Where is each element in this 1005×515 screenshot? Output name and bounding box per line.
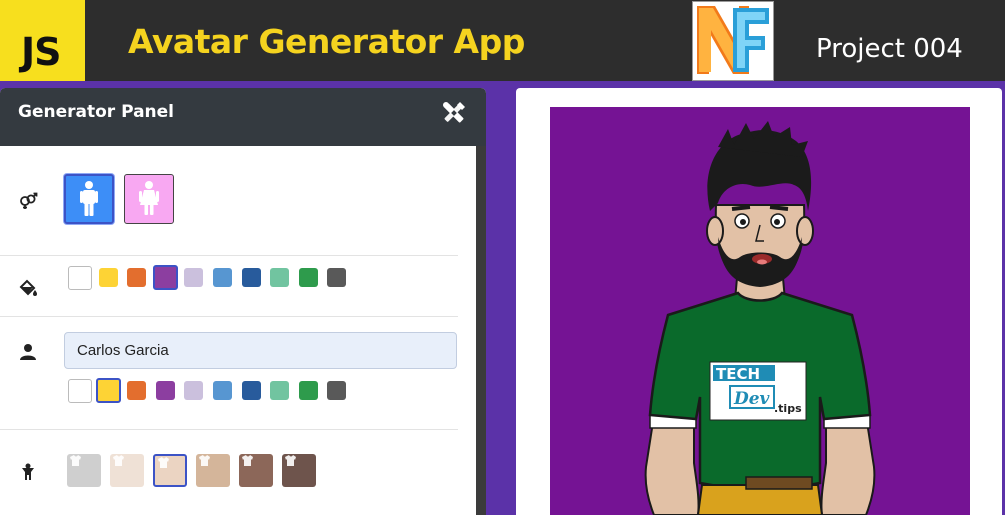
shirt-icon — [242, 455, 253, 466]
generator-panel: Generator Panel — [0, 88, 486, 515]
section-divider — [0, 429, 458, 430]
panel-scrollbar[interactable] — [476, 146, 486, 515]
tools-icon[interactable] — [440, 99, 468, 127]
background-color-swatch[interactable] — [152, 265, 178, 290]
app-header: JS Avatar Generator App Project 004 — [0, 0, 1005, 81]
badge-line2: Dev — [733, 389, 771, 409]
text-color-swatch[interactable] — [270, 381, 290, 400]
panel-header: Generator Panel — [0, 88, 486, 146]
background-color-swatch[interactable] — [98, 268, 118, 287]
text-color-swatch[interactable] — [298, 381, 318, 400]
background-color-swatch[interactable] — [184, 268, 204, 287]
header-divider — [0, 81, 1005, 88]
js-logo-text: JS — [21, 30, 62, 74]
text-color-swatch[interactable] — [95, 378, 121, 403]
shirt-icon — [285, 455, 296, 466]
shirt-icon — [199, 455, 210, 466]
background-color-swatch[interactable] — [213, 268, 232, 287]
section-divider — [0, 255, 458, 256]
background-color-swatch[interactable] — [68, 265, 92, 290]
background-color-swatch[interactable] — [127, 268, 147, 287]
male-option-button[interactable] — [64, 174, 114, 224]
background-color-swatch[interactable] — [270, 268, 290, 287]
text-color-swatch[interactable] — [327, 381, 347, 400]
female-option-button[interactable] — [124, 174, 174, 224]
badge-line3: .tips — [774, 402, 802, 415]
paint-bucket-icon — [19, 279, 37, 296]
avatar-preview: TECH Dev .tips — [550, 107, 970, 515]
child-icon — [22, 463, 34, 480]
skin-tone-swatch[interactable] — [67, 454, 101, 487]
text-color-swatch[interactable] — [213, 381, 232, 400]
name-input[interactable] — [64, 332, 457, 369]
app-title: Avatar Generator App — [128, 22, 525, 61]
tech-dev-badge: TECH Dev .tips — [709, 361, 807, 421]
skin-tone-swatch[interactable] — [239, 454, 273, 487]
project-label: Project 004 — [816, 34, 963, 64]
avatar-illustration: TECH Dev .tips — [644, 121, 876, 515]
text-color-swatch[interactable] — [127, 381, 147, 400]
background-color-swatch[interactable] — [298, 268, 318, 287]
text-color-swatch[interactable] — [68, 378, 92, 403]
text-color-swatch[interactable] — [241, 381, 261, 400]
skin-tone-swatch[interactable] — [110, 454, 144, 487]
skin-tone-swatch[interactable] — [282, 454, 316, 487]
badge-line1: TECH — [716, 365, 760, 383]
background-color-swatch[interactable] — [327, 268, 347, 287]
brand-logo — [692, 1, 774, 81]
user-icon — [20, 344, 36, 360]
male-icon — [80, 181, 98, 216]
female-icon — [139, 181, 159, 215]
js-logo: JS — [0, 0, 85, 81]
skin-tone-swatch[interactable] — [153, 454, 187, 487]
shirt-icon — [158, 457, 169, 468]
background-color-swatch[interactable] — [241, 268, 261, 287]
shirt-icon — [70, 455, 81, 466]
shirt-icon — [113, 455, 124, 466]
panel-title: Generator Panel — [18, 102, 175, 122]
section-divider — [0, 316, 458, 317]
text-color-swatch[interactable] — [155, 381, 175, 400]
text-color-swatch[interactable] — [184, 381, 204, 400]
skin-tone-swatch[interactable] — [196, 454, 230, 487]
gender-icon — [20, 192, 38, 209]
